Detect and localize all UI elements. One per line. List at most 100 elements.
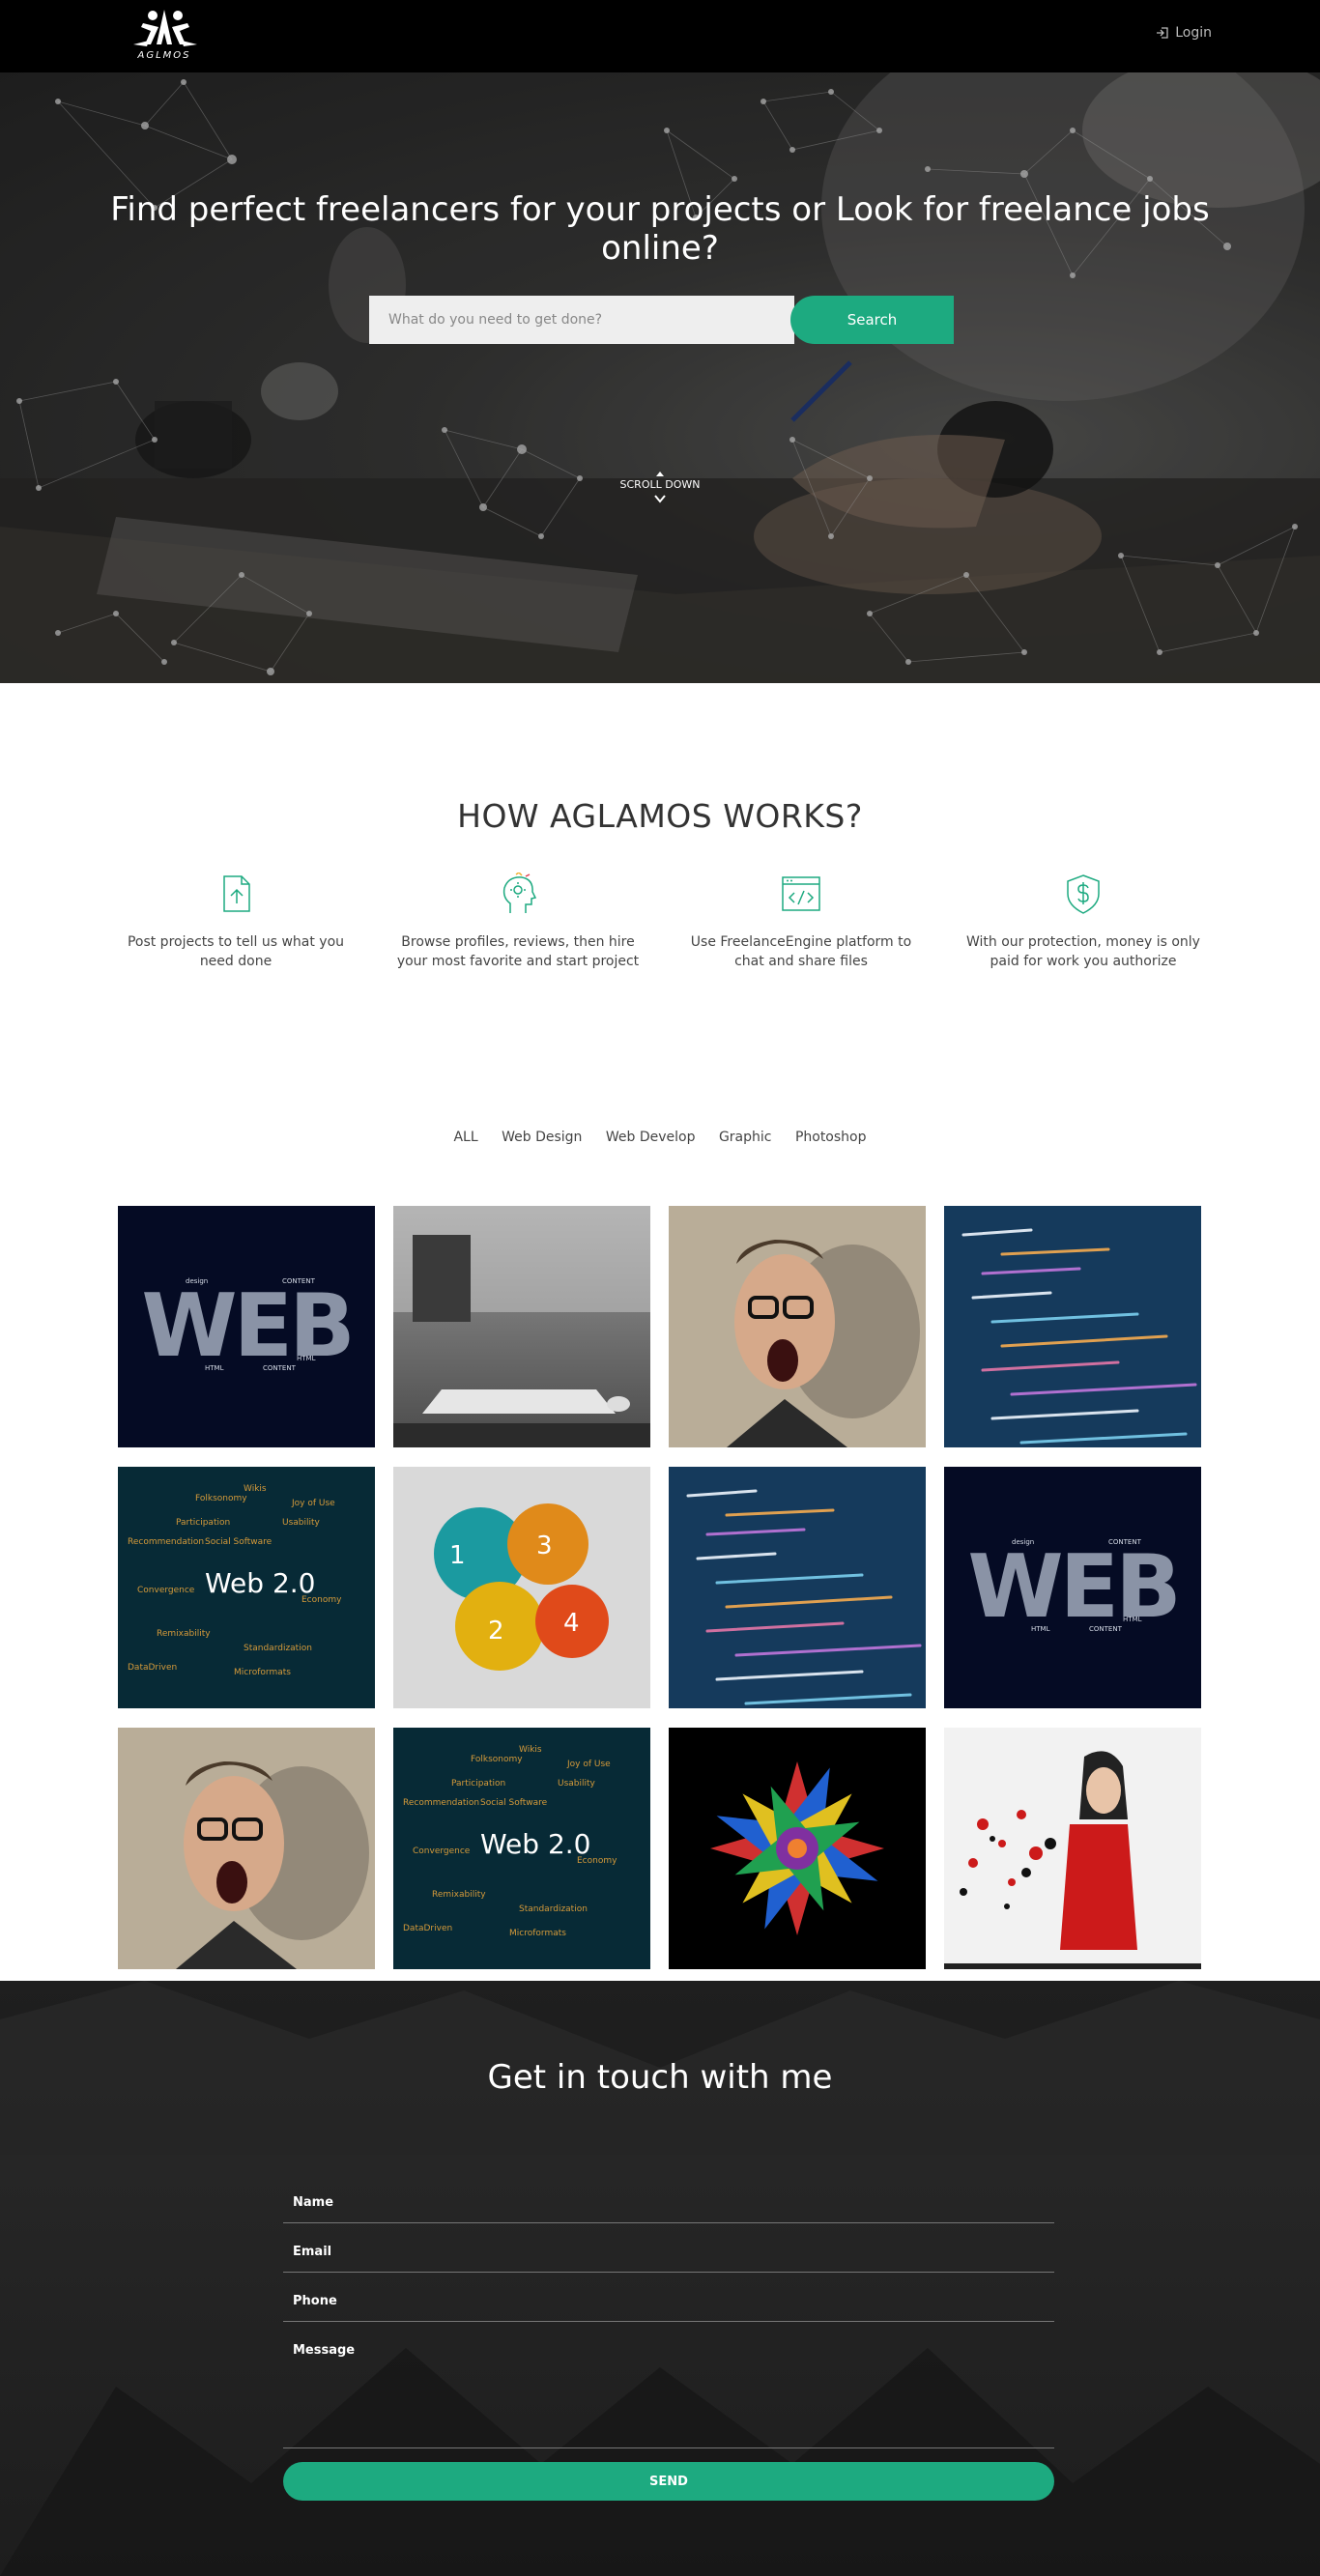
svg-text:4: 4	[563, 1609, 580, 1638]
portfolio-item-infographic-steps[interactable]: 1 3 2 4	[393, 1467, 650, 1708]
head-profile-icon	[502, 872, 537, 913]
portfolio-item-code-screen-2[interactable]	[669, 1467, 926, 1708]
svg-text:CONTENT: CONTENT	[282, 1277, 316, 1285]
portfolio-item-screaming-man[interactable]	[669, 1206, 926, 1447]
tab-web-develop[interactable]: Web Develop	[606, 1130, 696, 1145]
svg-text:Recommendation: Recommendation	[403, 1798, 479, 1808]
svg-text:Folksonomy: Folksonomy	[195, 1494, 247, 1503]
svg-text:Web 2.0: Web 2.0	[205, 1567, 315, 1599]
svg-text:3: 3	[536, 1531, 553, 1560]
svg-text:1: 1	[449, 1541, 466, 1570]
shield-dollar-icon	[1067, 874, 1100, 914]
name-label: Name	[293, 2195, 334, 2210]
svg-text:Convergence: Convergence	[413, 1846, 471, 1856]
scroll-down-label: SCROLL DOWN	[619, 478, 701, 491]
top-navbar: AGLMOS Login	[0, 0, 1320, 72]
svg-text:WEB: WEB	[141, 1275, 351, 1377]
portfolio-item-red-dress-woman[interactable]	[944, 1728, 1201, 1969]
svg-text:Standardization: Standardization	[519, 1904, 588, 1914]
svg-text:2: 2	[488, 1617, 504, 1646]
phone-label: Phone	[293, 2294, 337, 2308]
tab-photoshop[interactable]: Photoshop	[795, 1130, 867, 1145]
hero-section: Find perfect freelancers for your projec…	[0, 72, 1320, 683]
portfolio-filter-tabs: ALL Web Design Web Develop Graphic Photo…	[0, 1130, 1320, 1145]
contact-form: Name Email Phone Message	[283, 2174, 1054, 2448]
portfolio-item-color-flower[interactable]	[669, 1728, 926, 1969]
svg-text:Microformats: Microformats	[234, 1668, 291, 1677]
contact-title: Get in touch with me	[487, 2058, 833, 2097]
svg-text:Usability: Usability	[558, 1779, 596, 1789]
search-bar: Search	[369, 296, 954, 344]
step-text: Use FreelanceEngine platform to chat and…	[690, 934, 912, 969]
message-field[interactable]: Message	[283, 2322, 1054, 2448]
login-link[interactable]: Login	[1156, 25, 1212, 41]
svg-text:Web 2.0: Web 2.0	[480, 1828, 590, 1860]
svg-text:WEB: WEB	[967, 1536, 1177, 1638]
aglamos-logo[interactable]: AGLMOS	[114, 6, 215, 62]
svg-text:Standardization: Standardization	[244, 1644, 312, 1653]
login-label: Login	[1175, 25, 1212, 41]
step-text: Post projects to tell us what you need d…	[127, 934, 345, 969]
svg-text:Microformats: Microformats	[509, 1929, 566, 1938]
svg-text:design: design	[186, 1277, 208, 1285]
code-window-icon	[782, 876, 820, 911]
svg-text:AGLMOS: AGLMOS	[136, 50, 190, 61]
tab-all[interactable]: ALL	[453, 1130, 477, 1145]
svg-text:CONTENT: CONTENT	[1108, 1538, 1142, 1546]
svg-text:Recommendation: Recommendation	[128, 1537, 204, 1547]
svg-text:HTML: HTML	[297, 1355, 316, 1362]
contact-section: Get in touch with me Name Email Phone Me…	[0, 1981, 1320, 2576]
step-browse-profiles: Browse profiles, reviews, then hire your…	[392, 872, 644, 971]
svg-text:Social Software: Social Software	[205, 1537, 273, 1547]
svg-text:DataDriven: DataDriven	[403, 1924, 452, 1933]
svg-text:Remixability: Remixability	[157, 1629, 211, 1639]
hero-title: Find perfect freelancers for your projec…	[110, 190, 1210, 268]
tab-graphic[interactable]: Graphic	[719, 1130, 772, 1145]
search-button[interactable]: Search	[790, 296, 954, 344]
svg-text:Joy of Use: Joy of Use	[566, 1760, 611, 1769]
tab-web-design[interactable]: Web Design	[502, 1130, 582, 1145]
svg-text:CONTENT: CONTENT	[1089, 1625, 1123, 1633]
how-title: HOW AGLAMOS WORKS?	[457, 797, 863, 835]
svg-text:Folksonomy: Folksonomy	[471, 1755, 523, 1764]
caret-up-icon	[656, 472, 664, 476]
svg-text:Wikis: Wikis	[244, 1484, 267, 1494]
portfolio-item-web-wordcloud[interactable]: WEB design CONTENTHTML CONTENTHTML	[118, 1206, 375, 1447]
search-input[interactable]	[369, 296, 794, 344]
portfolio-item-screaming-man-2[interactable]	[118, 1728, 375, 1969]
how-it-works-section: HOW AGLAMOS WORKS? Post projects to tell…	[0, 683, 1320, 1981]
upload-file-icon	[223, 875, 250, 912]
login-icon	[1157, 27, 1168, 39]
step-text: With our protection, money is only paid …	[966, 934, 1200, 969]
chevron-down-icon	[654, 495, 666, 503]
svg-text:Usability: Usability	[282, 1518, 321, 1528]
email-label: Email	[293, 2245, 332, 2259]
email-field[interactable]: Email	[283, 2223, 1054, 2273]
portfolio-item-code-screen[interactable]	[944, 1206, 1201, 1447]
svg-text:Wikis: Wikis	[519, 1745, 542, 1755]
portfolio-item-web-wordcloud-2[interactable]: WEB design CONTENTHTML CONTENTHTML	[944, 1467, 1201, 1708]
scroll-down-button[interactable]: SCROLL DOWN	[612, 472, 708, 504]
svg-text:Joy of Use: Joy of Use	[291, 1499, 335, 1508]
svg-text:Remixability: Remixability	[432, 1890, 486, 1900]
send-button[interactable]: SEND	[283, 2462, 1054, 2501]
step-use-platform: Use FreelanceEngine platform to chat and…	[675, 873, 927, 971]
svg-text:Participation: Participation	[176, 1518, 230, 1528]
step-protection: With our protection, money is only paid …	[958, 873, 1209, 971]
step-post-project: Post projects to tell us what you need d…	[110, 873, 361, 971]
name-field[interactable]: Name	[283, 2174, 1054, 2223]
svg-text:DataDriven: DataDriven	[128, 1663, 177, 1673]
svg-text:HTML: HTML	[205, 1364, 224, 1372]
portfolio-item-web-2-0-wordcloud[interactable]: FolksonomyWikis Joy of Use Participation U…	[118, 1467, 375, 1708]
portfolio-item-web-2-0-wordcloud-2[interactable]: FolksonomyWikis Joy of Use Participation U…	[393, 1728, 650, 1969]
phone-field[interactable]: Phone	[283, 2273, 1054, 2322]
portfolio-item-keyboard-desk[interactable]	[393, 1206, 650, 1447]
svg-text:HTML: HTML	[1123, 1616, 1142, 1623]
svg-text:Convergence: Convergence	[137, 1586, 195, 1595]
message-label: Message	[293, 2343, 356, 2358]
svg-text:design: design	[1012, 1538, 1034, 1546]
step-text: Browse profiles, reviews, then hire your…	[396, 934, 640, 969]
svg-text:Participation: Participation	[451, 1779, 505, 1789]
svg-text:HTML: HTML	[1031, 1625, 1050, 1633]
svg-text:CONTENT: CONTENT	[263, 1364, 297, 1372]
